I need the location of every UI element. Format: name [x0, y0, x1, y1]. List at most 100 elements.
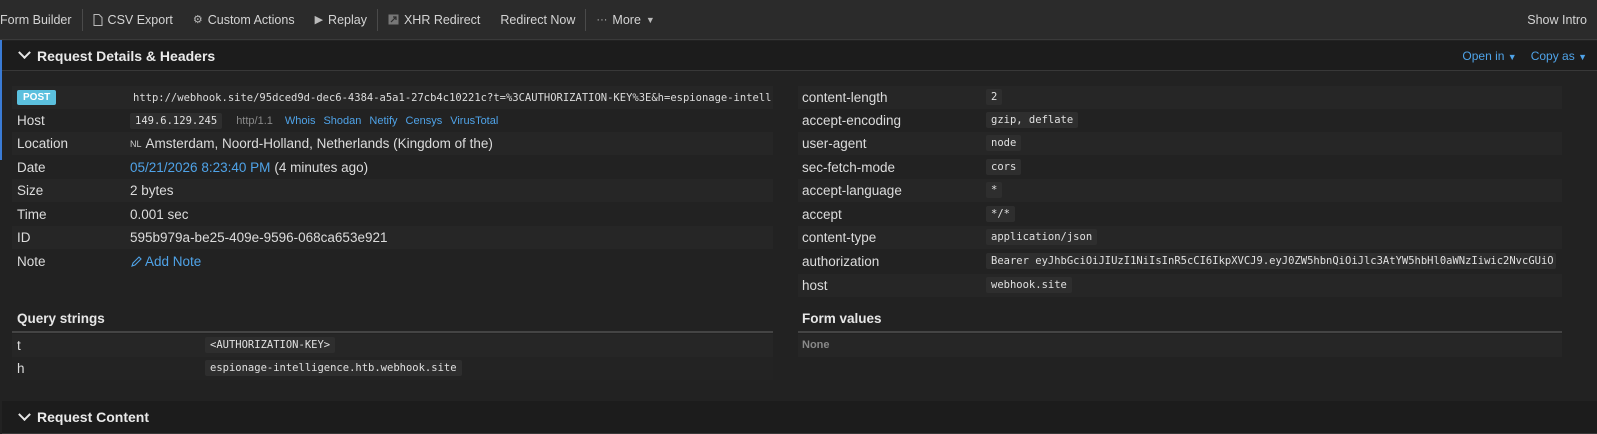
header-name: accept-encoding: [802, 113, 902, 128]
header-value[interactable]: cors: [986, 159, 1022, 175]
date-relative: (4 minutes ago): [274, 160, 369, 175]
time-row: Time 0.001 sec: [12, 203, 773, 226]
query-key: h: [17, 361, 25, 376]
shodan-link[interactable]: Shodan: [323, 115, 361, 127]
more-label: More: [612, 12, 641, 27]
ellipsis-icon: ···: [596, 13, 608, 26]
chevron-down-icon: [18, 407, 31, 421]
replay-button[interactable]: ▶ Replay: [305, 0, 377, 40]
header-row: user-agent node: [798, 132, 1562, 155]
form-values-row: None: [798, 334, 1562, 357]
header-value[interactable]: 2: [986, 89, 1003, 105]
query-value: espionage-intelligence.htb.webhook.site: [205, 360, 462, 376]
date-value[interactable]: 05/21/2026 8:23:40 PM: [130, 160, 270, 175]
pencil-icon: [131, 255, 142, 267]
caret-down-icon: ▼: [1507, 52, 1517, 62]
header-value[interactable]: Bearer eyJhbGciOiJIUzI1NiIsInR5cCI6IkpXV…: [986, 253, 1556, 269]
host-ip: 149.6.129.245: [130, 112, 223, 129]
header-name: sec-fetch-mode: [802, 160, 896, 175]
note-label: Note: [17, 254, 46, 269]
csv-export-button[interactable]: CSV Export: [83, 0, 183, 40]
add-note-link[interactable]: Add Note: [130, 254, 201, 269]
date-label: Date: [17, 160, 46, 175]
show-intro-label: Show Intro: [1527, 12, 1587, 27]
toolbar: Form Builder CSV Export ⚙ Custom Actions…: [0, 0, 1597, 40]
request-details-header[interactable]: Request Details & Headers Open in ▼ Copy…: [2, 41, 1597, 71]
query-value: <AUTHORIZATION-KEY>: [205, 337, 336, 353]
header-name: authorization: [802, 254, 880, 269]
request-content-header[interactable]: Request Content: [2, 401, 1597, 434]
divider: [798, 331, 1562, 333]
date-row: Date 05/21/2026 8:23:40 PM (4 minutes ag…: [12, 156, 773, 179]
location-row: Location NL Amsterdam, Noord-Holland, Ne…: [12, 132, 773, 155]
form-values-title: Form values: [802, 311, 882, 326]
redirect-now-button[interactable]: Redirect Now: [490, 0, 585, 40]
header-value[interactable]: application/json: [986, 229, 1098, 245]
netify-link[interactable]: Netify: [369, 115, 397, 127]
whois-link[interactable]: Whois: [285, 115, 316, 127]
size-label: Size: [17, 183, 44, 198]
form-builder-label: Form Builder: [0, 12, 72, 27]
size-row: Size 2 bytes: [12, 179, 773, 202]
xhr-redirect-label: XHR Redirect: [403, 12, 481, 27]
form-builder-button[interactable]: Form Builder: [0, 0, 82, 40]
id-row: ID 595b979a-be25-409e-9596-068ca653e921: [12, 226, 773, 249]
header-value[interactable]: *: [986, 182, 1003, 198]
header-name: content-type: [802, 230, 877, 245]
location-label: Location: [17, 136, 69, 151]
query-row: h espionage-intelligence.htb.webhook.sit…: [12, 357, 773, 380]
header-name: host: [802, 278, 828, 293]
play-icon: ▶: [314, 14, 324, 26]
location-value: Amsterdam, Noord-Holland, Netherlands (K…: [145, 136, 493, 151]
method-badge: POST: [17, 90, 57, 105]
time-label: Time: [17, 207, 47, 222]
header-value[interactable]: */*: [986, 206, 1015, 222]
custom-actions-button[interactable]: ⚙ Custom Actions: [183, 0, 305, 40]
section-title: Request Details & Headers: [37, 47, 216, 64]
id-value[interactable]: 595b979a-be25-409e-9596-068ca653e921: [130, 230, 387, 245]
header-name: user-agent: [802, 136, 867, 151]
header-row: content-type application/json: [798, 226, 1562, 249]
more-dropdown[interactable]: ··· More ▼: [586, 0, 664, 40]
size-value: 2 bytes: [130, 183, 174, 198]
time-value: 0.001 sec: [130, 207, 189, 222]
note-row: Note Add Note: [12, 250, 773, 273]
censys-link[interactable]: Censys: [406, 115, 443, 127]
header-row: authorization Bearer eyJhbGciOiJIUzI1NiIs…: [798, 250, 1562, 273]
header-row: host webhook.site: [798, 274, 1562, 297]
header-actions: Open in ▼ Copy as ▼: [1462, 41, 1587, 71]
show-intro-button[interactable]: Show Intro: [1517, 0, 1597, 40]
virustotal-link[interactable]: VirusTotal: [450, 115, 498, 127]
query-row: t <AUTHORIZATION-KEY>: [12, 334, 773, 357]
header-row: sec-fetch-mode cors: [798, 156, 1562, 179]
replay-label: Replay: [328, 12, 367, 27]
header-name: accept: [802, 207, 842, 222]
url-row: POST http://webhook.site/95dced9d-dec6-4…: [12, 86, 773, 109]
header-row: accept-language *: [798, 179, 1562, 202]
file-icon: [93, 13, 103, 26]
header-name: accept-language: [802, 183, 902, 198]
redirect-now-label: Redirect Now: [500, 12, 576, 27]
id-label: ID: [17, 230, 31, 245]
divider: [12, 331, 773, 333]
header-row: accept */*: [798, 203, 1562, 226]
xhr-redirect-button[interactable]: XHR Redirect: [378, 0, 490, 40]
csv-export-label: CSV Export: [107, 12, 173, 27]
gear-icon: ⚙: [192, 14, 203, 26]
caret-down-icon: ▼: [1578, 52, 1587, 62]
host-label: Host: [17, 113, 45, 128]
copy-as-dropdown[interactable]: Copy as ▼: [1531, 49, 1587, 63]
open-in-dropdown[interactable]: Open in ▼: [1462, 49, 1516, 63]
host-row: Host 149.6.129.245 http/1.1 Whois Shodan…: [12, 109, 773, 132]
section-title: Request Content: [37, 409, 149, 425]
caret-down-icon: ▼: [645, 14, 655, 25]
request-url[interactable]: http://webhook.site/95dced9d-dec6-4384-a…: [133, 92, 773, 104]
external-link-icon: [388, 14, 399, 25]
header-value[interactable]: gzip, deflate: [986, 112, 1079, 128]
header-name: content-length: [802, 90, 888, 105]
header-value[interactable]: webhook.site: [986, 277, 1072, 293]
chevron-down-icon: [18, 46, 31, 60]
header-row: content-length 2: [798, 86, 1562, 109]
query-strings-title: Query strings: [17, 311, 105, 326]
header-value[interactable]: node: [986, 135, 1022, 151]
